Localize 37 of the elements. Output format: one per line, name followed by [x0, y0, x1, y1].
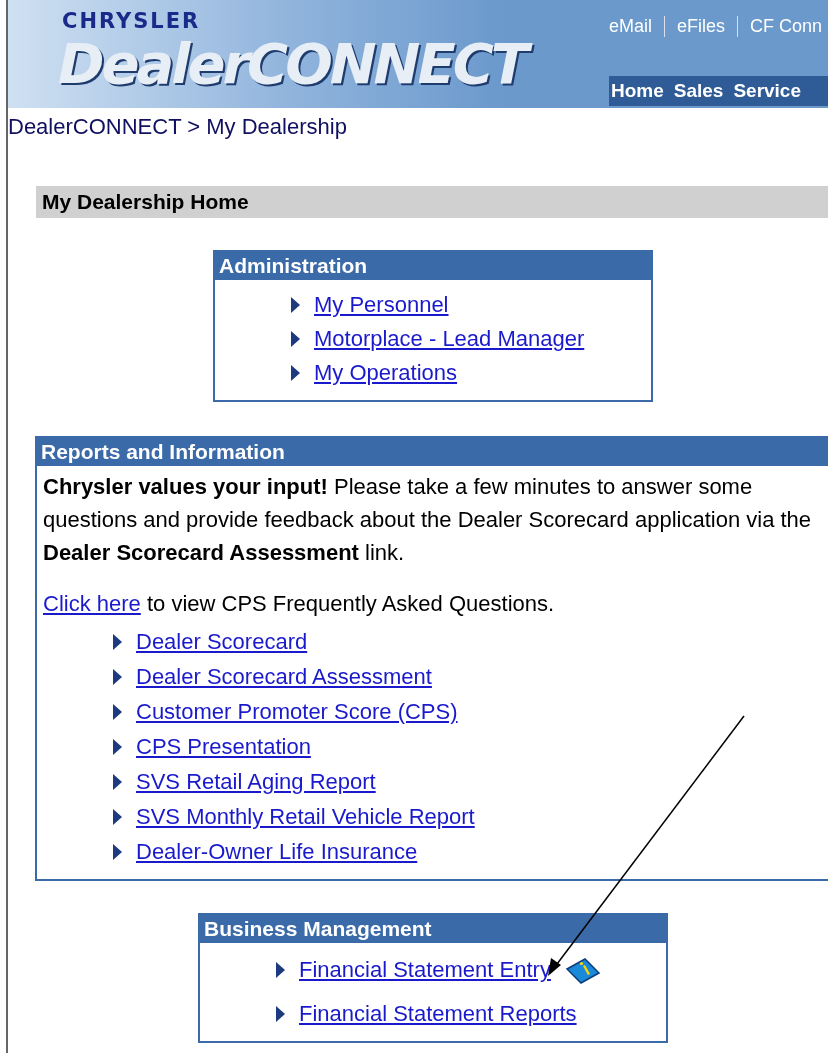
panel-title: Reports and Information: [37, 438, 828, 466]
menu-link[interactable]: SVS Retail Aging Report: [136, 769, 376, 795]
brand-logo: CHRYSLER: [61, 10, 202, 32]
menu-link[interactable]: SVS Monthly Retail Vehicle Report: [136, 804, 475, 830]
triangle-icon: [276, 1006, 285, 1022]
triangle-icon: [291, 297, 300, 313]
panel-title: Administration: [215, 252, 651, 280]
triangle-icon: [113, 809, 122, 825]
menu-link[interactable]: Customer Promoter Score (CPS): [136, 699, 458, 725]
triangle-icon: [113, 844, 122, 860]
info-book-icon: [564, 955, 601, 985]
nav-link[interactable]: Sales: [673, 80, 724, 102]
section-title: My Dealership Home: [36, 186, 828, 218]
triangle-icon: [113, 669, 122, 685]
triangle-icon: [113, 634, 122, 650]
intro-text: Chrysler values your input! Please take a few minutes to answer some questions and provide feedback about the Dealer Scorecard application via the Dealer Scorecard Assessment link.: [43, 473, 813, 567]
menu-link[interactable]: My Operations: [314, 360, 458, 386]
menu-link[interactable]: Financial Statement Entry: [299, 957, 551, 983]
nav-link[interactable]: Home: [610, 80, 664, 102]
triangle-icon: [291, 331, 300, 347]
menu-link[interactable]: CPS Presentation: [136, 734, 311, 760]
menu-link[interactable]: My Personnel: [314, 292, 449, 318]
triangle-icon: [291, 365, 300, 381]
menu-link[interactable]: Dealer Scorecard Assessment: [136, 664, 432, 690]
triangle-icon: [113, 774, 122, 790]
nav-link[interactable]: Service: [733, 80, 801, 102]
menu-link[interactable]: Motorplace - Lead Manager: [314, 326, 585, 352]
menu-link[interactable]: Dealer Scorecard: [136, 629, 308, 655]
triangle-icon: [113, 739, 122, 755]
faq-text: Click here to view CPS Frequently Asked Questions.: [43, 591, 556, 617]
triangle-icon: [113, 704, 122, 720]
breadcrumb: DealerCONNECT > My Dealership: [8, 113, 348, 140]
panel-title: Business Management: [200, 915, 666, 943]
faq-link[interactable]: Click here: [43, 591, 141, 616]
triangle-icon: [276, 962, 285, 978]
menu-link[interactable]: Financial Statement Reports: [299, 1001, 577, 1027]
menu-link[interactable]: Dealer-Owner Life Insurance: [136, 839, 418, 865]
